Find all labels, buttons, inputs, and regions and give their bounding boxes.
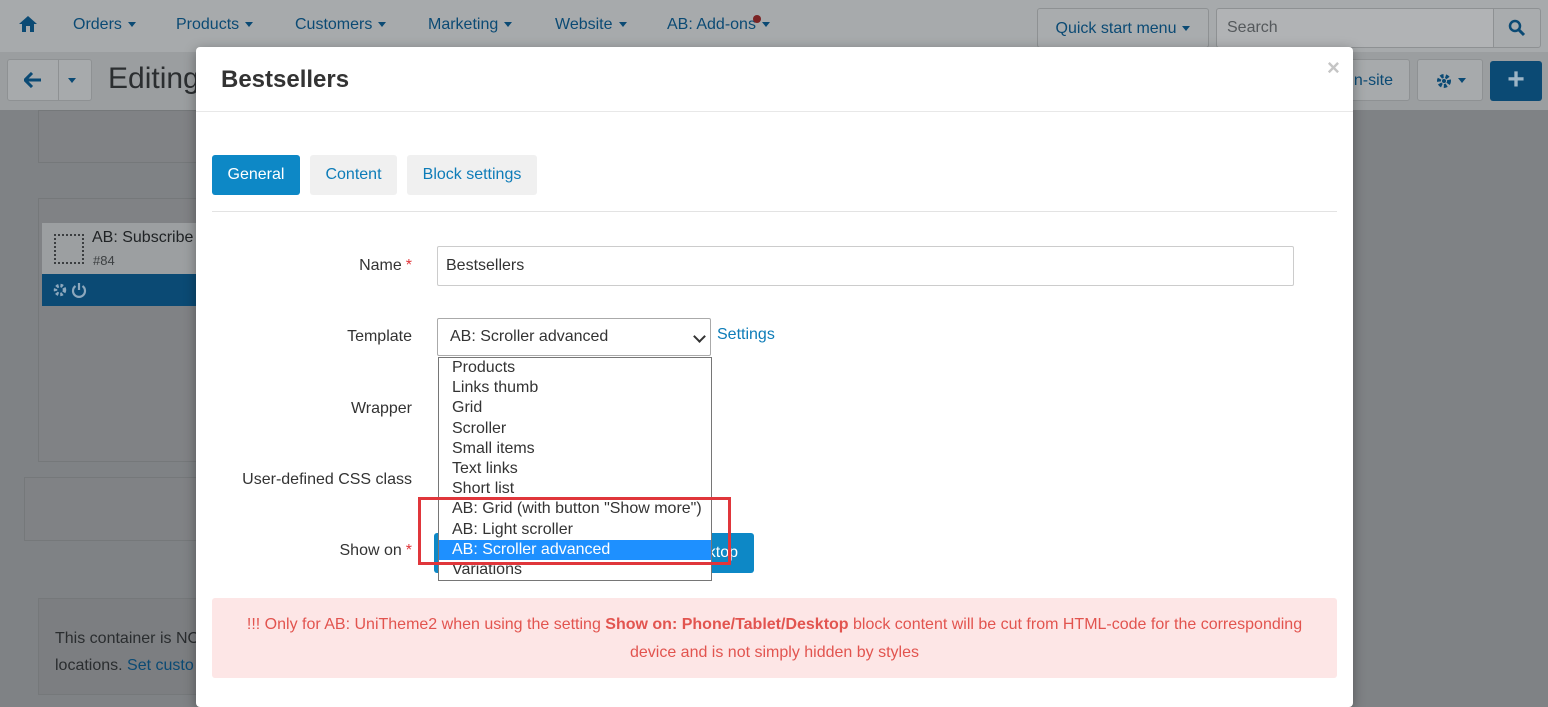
back-button[interactable] (7, 59, 59, 101)
divider (212, 211, 1337, 212)
template-settings-link[interactable]: Settings (717, 326, 775, 344)
required-marker: * (405, 542, 412, 559)
divider (196, 111, 1353, 112)
tab-block-settings[interactable]: Block settings (407, 155, 537, 195)
chevron-down-icon (127, 22, 136, 28)
gear-icon (1437, 74, 1451, 88)
background-container (24, 477, 214, 541)
quick-start-menu-button[interactable]: Quick start menu (1037, 8, 1209, 48)
block-actions-bar (42, 274, 202, 306)
dropdown-option[interactable]: Products (439, 358, 711, 378)
container-notice-text-2: locations. Set custo (55, 657, 194, 674)
chevron-down-icon (693, 330, 706, 343)
search-icon (1508, 19, 1526, 37)
block-editor-modal: Bestsellers × General Content Block sett… (196, 47, 1353, 707)
background-container (38, 110, 208, 163)
top-navigation-bar: Orders Products Customers Marketing Webs… (0, 0, 1548, 52)
nav-website[interactable]: Website (555, 16, 627, 34)
template-label: Template (347, 328, 412, 345)
chevron-down-icon (378, 22, 387, 28)
chevron-down-icon (618, 22, 627, 28)
alert-warning: !!! Only for AB: UniTheme2 when using th… (212, 598, 1337, 678)
annotation-highlight-box (418, 497, 731, 565)
dropdown-option[interactable]: Grid (439, 398, 711, 418)
dropdown-option[interactable]: Small items (439, 439, 711, 459)
page-title: Editing (108, 62, 200, 95)
template-select[interactable]: AB: Scroller advanced (437, 318, 711, 356)
settings-dropdown-button[interactable] (1417, 59, 1483, 101)
tab-general[interactable]: General (212, 155, 300, 195)
css-class-label: User-defined CSS class (242, 471, 412, 488)
chevron-down-icon (761, 22, 770, 28)
power-icon[interactable] (71, 282, 87, 298)
block-placeholder-icon (54, 234, 84, 264)
dropdown-option[interactable]: Links thumb (439, 378, 711, 398)
show-on-label: Show on * (339, 542, 413, 559)
block-id: #84 (93, 253, 115, 268)
nav-orders[interactable]: Orders (73, 16, 136, 34)
close-icon[interactable]: × (1327, 55, 1340, 81)
notification-dot (753, 15, 761, 23)
required-marker: * (405, 257, 412, 274)
gear-icon[interactable] (52, 282, 68, 298)
nav-customers[interactable]: Customers (295, 16, 387, 34)
nav-marketing[interactable]: Marketing (428, 16, 513, 34)
container-notice-text: This container is NO (55, 630, 200, 647)
chevron-down-icon (1182, 26, 1191, 32)
block-name: AB: Subscribe (92, 229, 194, 246)
arrow-left-icon (24, 72, 41, 88)
home-icon[interactable] (18, 15, 38, 33)
wrapper-label: Wrapper (350, 400, 412, 417)
nav-products[interactable]: Products (176, 16, 254, 34)
dropdown-option[interactable]: Scroller (439, 419, 711, 439)
back-dropdown-button[interactable] (58, 59, 92, 101)
chevron-down-icon (245, 22, 254, 28)
name-input[interactable]: Bestsellers (437, 246, 1294, 286)
search-button[interactable] (1493, 8, 1541, 48)
set-custom-link[interactable]: Set custo (127, 657, 194, 674)
chevron-down-icon (504, 22, 513, 28)
search-input[interactable]: Search (1216, 8, 1494, 48)
chevron-down-icon (1458, 78, 1466, 83)
modal-title: Bestsellers (221, 66, 350, 93)
tab-content[interactable]: Content (310, 155, 397, 195)
chevron-down-icon (68, 78, 76, 83)
add-button[interactable]: + (1490, 61, 1542, 101)
dropdown-option[interactable]: Text links (439, 459, 711, 479)
name-label: Name * (359, 257, 412, 274)
